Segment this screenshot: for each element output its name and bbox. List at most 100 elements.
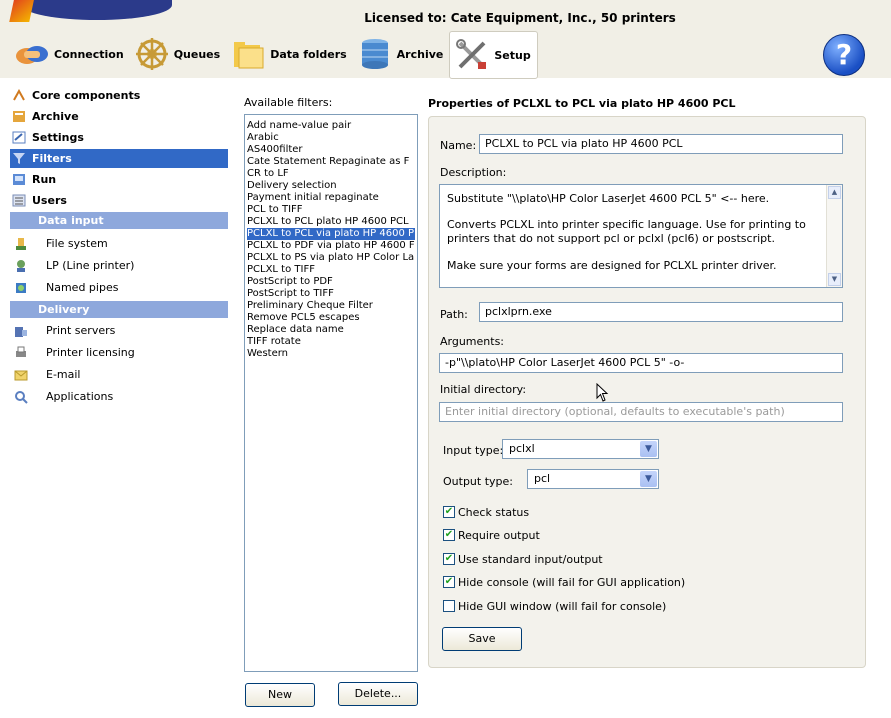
scroll-up-icon[interactable]: ▲ [828, 186, 841, 199]
description-textarea[interactable]: Substitute "\\plato\HP Color LaserJet 46… [439, 184, 843, 288]
input-type-value: pclxl [509, 442, 535, 455]
arguments-label: Arguments: [440, 335, 505, 348]
checkbox-checked-icon[interactable]: ✔ [443, 553, 455, 565]
toolbar-data-folders-button[interactable]: Data folders [226, 33, 352, 75]
filter-item[interactable]: Replace data name [247, 324, 415, 336]
filter-item[interactable]: PCLXL to PS via plato HP Color La [247, 252, 415, 264]
checkbox-checked-icon[interactable]: ✔ [443, 529, 455, 541]
section-header-delivery: Delivery [10, 301, 228, 318]
queues-icon [135, 38, 168, 70]
sidebar-item-users[interactable]: Users [10, 191, 228, 210]
help-icon: ? [835, 38, 853, 71]
settings-icon [12, 131, 26, 144]
filter-item[interactable]: PCLXL to PDF via plato HP 4600 F [247, 240, 415, 252]
filter-item[interactable]: Add name-value pair [247, 120, 415, 132]
filter-item[interactable]: Cate Statement Repaginate as F [247, 156, 415, 168]
filter-item[interactable]: PCLXL to TIFF [247, 264, 415, 276]
filter-item[interactable]: AS400filter [247, 144, 415, 156]
toolbar-setup-button[interactable]: Setup [449, 31, 538, 79]
check-status-checkbox[interactable]: ✔ Check status [443, 503, 529, 521]
filter-item[interactable]: PCL to TIFF [247, 204, 415, 216]
run-icon [13, 174, 25, 185]
sidebar-item-e-mail[interactable]: E-mail [10, 365, 228, 384]
main-toolbar: Connection Queues Data folders Archive S… [10, 31, 538, 79]
filter-item[interactable]: TIFF rotate [247, 336, 415, 348]
filter-item[interactable]: Arabic [247, 132, 415, 144]
applications-icon [15, 390, 28, 404]
description-scrollbar[interactable]: ▲ ▼ [826, 185, 842, 287]
sidebar-item-named-pipes[interactable]: Named pipes [10, 278, 228, 297]
delete-filter-button[interactable]: Delete... [338, 682, 418, 706]
hide-gui-window-checkbox[interactable]: Hide GUI window (will fail for console) [443, 597, 666, 615]
line-printer-icon [17, 259, 25, 272]
filter-item[interactable]: Remove PCL5 escapes [247, 312, 415, 324]
mouse-cursor-icon [596, 383, 609, 402]
input-type-select[interactable]: pclxl ▼ [502, 439, 659, 459]
filter-item[interactable]: PCLXL to PCL plato HP 4600 PCL [247, 216, 415, 228]
sidebar-item-core-components[interactable]: Core components [10, 86, 228, 105]
properties-title: Properties of PCLXL to PCL via plato HP … [428, 97, 736, 110]
header: Licensed to: Cate Equipment, Inc., 50 pr… [0, 0, 891, 79]
output-type-select[interactable]: pcl ▼ [527, 469, 659, 489]
chevron-down-icon[interactable]: ▼ [640, 441, 657, 457]
arguments-field[interactable]: -p"\\plato\HP Color LaserJet 4600 PCL 5"… [439, 353, 843, 373]
filter-item[interactable]: Payment initial repaginate [247, 192, 415, 204]
hide-console-checkbox[interactable]: ✔ Hide console (will fail for GUI applic… [443, 573, 685, 591]
toolbar-queues-button[interactable]: Queues [130, 33, 226, 75]
filter-item[interactable]: PostScript to TIFF [247, 288, 415, 300]
checkbox-unchecked-icon[interactable] [443, 600, 455, 612]
filter-item[interactable]: Western [247, 348, 415, 360]
output-type-value: pcl [534, 472, 551, 485]
file-system-icon [16, 237, 26, 250]
email-icon [14, 370, 28, 380]
help-button[interactable]: ? [823, 34, 865, 76]
require-output-checkbox[interactable]: ✔ Require output [443, 526, 540, 544]
archive-icon [361, 39, 388, 69]
name-label: Name: [440, 139, 477, 152]
sidebar-item-print-servers[interactable]: Print servers [10, 321, 228, 340]
printer-licensing-icon [16, 346, 26, 357]
available-filters-label: Available filters: [244, 96, 333, 109]
sidebar-item-printer-licensing[interactable]: Printer licensing [10, 343, 228, 362]
toolbar-connection-button[interactable]: Connection [10, 33, 130, 75]
named-pipes-icon [16, 282, 26, 293]
sidebar-item-lp-line-printer[interactable]: LP (Line printer) [10, 256, 228, 275]
checkbox-checked-icon[interactable]: ✔ [443, 576, 455, 588]
filter-item[interactable]: Delivery selection [247, 180, 415, 192]
toolbar-archive-button[interactable]: Archive [353, 33, 450, 75]
sidebar-item-run[interactable]: Run [10, 170, 228, 189]
app-logo [8, 0, 178, 26]
initial-directory-field[interactable]: Enter initial directory (optional, defau… [439, 402, 843, 422]
setup-icon [456, 39, 487, 69]
save-button[interactable]: Save [442, 627, 522, 651]
filter-item-selected[interactable]: PCLXL to PCL via plato HP 4600 P [247, 228, 415, 240]
toolbar-archive-label: Archive [396, 47, 444, 61]
path-label: Path: [440, 308, 468, 321]
name-field[interactable]: PCLXL to PCL via plato HP 4600 PCL [479, 134, 843, 154]
initial-directory-label: Initial directory: [440, 383, 527, 396]
sidebar-item-settings[interactable]: Settings [10, 128, 228, 147]
new-filter-button[interactable]: New [245, 683, 315, 707]
scroll-down-icon[interactable]: ▼ [828, 273, 841, 286]
core-components-icon [13, 89, 25, 101]
print-servers-icon [15, 326, 27, 337]
toolbar-connection-label: Connection [54, 47, 124, 61]
filter-item[interactable]: CR to LF [247, 168, 415, 180]
archive-icon [13, 111, 25, 122]
filter-item[interactable]: Preliminary Cheque Filter [247, 300, 415, 312]
checkbox-checked-icon[interactable]: ✔ [443, 506, 455, 518]
toolbar-setup-label: Setup [494, 48, 531, 62]
path-field[interactable]: pclxlprn.exe [479, 302, 843, 322]
sidebar-item-filters[interactable]: Filters [10, 149, 228, 168]
sidebar-item-applications[interactable]: Applications [10, 387, 228, 406]
filter-item[interactable]: PostScript to PDF [247, 276, 415, 288]
use-standard-io-checkbox[interactable]: ✔ Use standard input/output [443, 550, 603, 568]
toolbar-data-folders-label: Data folders [270, 47, 347, 61]
filters-listbox[interactable]: Add name-value pair Arabic AS400filter C… [244, 114, 418, 672]
input-type-label: Input type: [443, 444, 504, 457]
sidebar-item-archive[interactable]: Archive [10, 107, 228, 126]
chevron-down-icon[interactable]: ▼ [640, 471, 657, 487]
sidebar: Core components Archive Settings Filters… [8, 82, 230, 718]
description-line: Make sure your forms are designed for PC… [447, 259, 777, 272]
sidebar-item-file-system[interactable]: File system [10, 234, 228, 253]
